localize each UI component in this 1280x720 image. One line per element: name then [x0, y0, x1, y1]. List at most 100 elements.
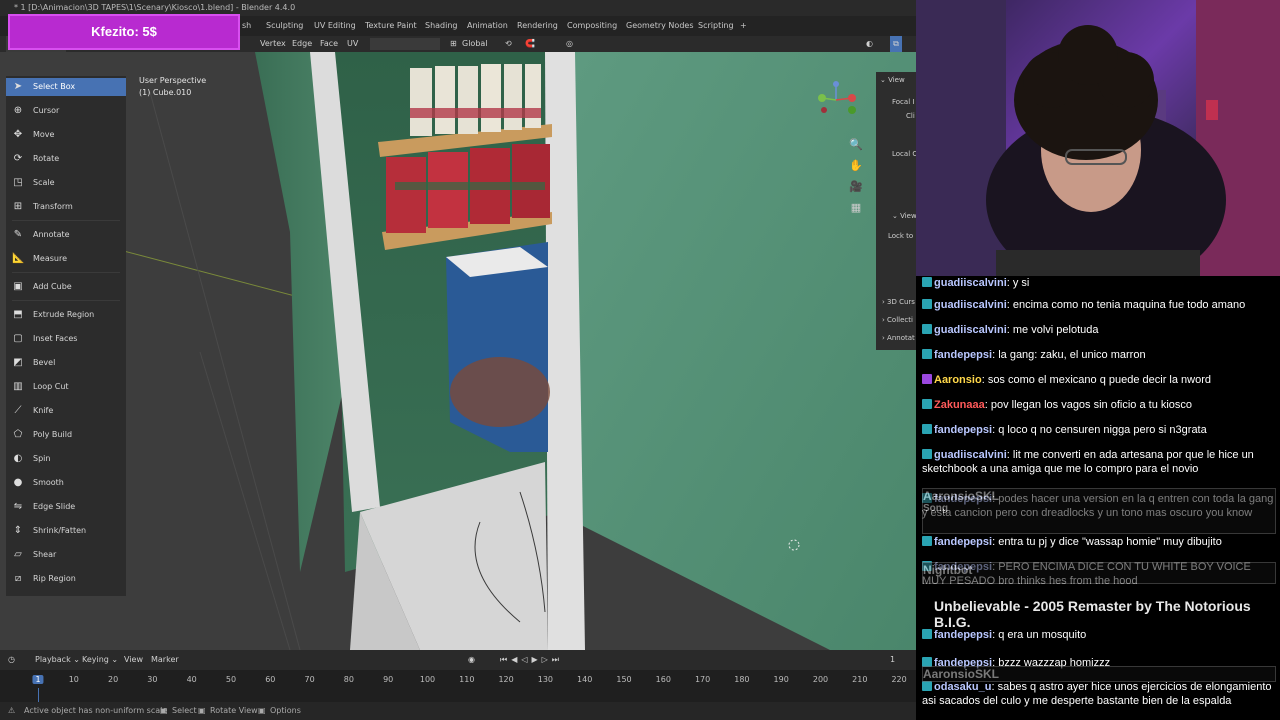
tool-inset-faces[interactable]: ▢ Inset Faces	[6, 330, 126, 348]
3d-cursor-panel[interactable]: › 3D Curs	[882, 298, 915, 306]
chat-message: Zakunaaa: pov llegan los vagos sin ofici…	[922, 398, 1278, 412]
menu-face[interactable]: Face	[320, 36, 338, 52]
tab-modeling[interactable]: sh	[242, 19, 251, 33]
tool-spin[interactable]: ◐ Spin	[6, 450, 126, 468]
frame-number: 40	[186, 675, 197, 684]
frame-number: 180	[734, 675, 750, 684]
subscriber-badge-icon	[922, 399, 932, 409]
zoom-icon[interactable]: 🔍	[848, 134, 864, 155]
tool-label: Edge Slide	[33, 502, 76, 511]
tool-bevel[interactable]: ◩ Bevel	[6, 354, 126, 372]
pan-hand-icon[interactable]: ✋	[848, 155, 864, 176]
tool-shear[interactable]: ▱ Shear	[6, 546, 126, 564]
playhead[interactable]	[38, 688, 39, 702]
tool-separator	[12, 300, 120, 301]
chat-username[interactable]: fandepepsi	[934, 349, 992, 361]
tool-edge-slide[interactable]: ⇋ Edge Slide	[6, 498, 126, 516]
frame-number: 150	[616, 675, 632, 684]
subscriber-badge-icon	[922, 536, 932, 546]
chat-username[interactable]: odasaku_u	[934, 681, 991, 693]
chat-username[interactable]: Zakunaaa	[934, 399, 985, 411]
tab-compositing[interactable]: Compositing	[567, 19, 617, 33]
tool-rip-region[interactable]: ⧄ Rip Region	[6, 570, 126, 588]
3d-viewport[interactable]	[0, 52, 916, 650]
chat-username[interactable]: fandepepsi	[934, 536, 992, 548]
smooth-icon: ●	[13, 477, 23, 488]
tool-select-box[interactable]: ➤ Select Box	[6, 78, 126, 96]
tab-animation[interactable]: Animation	[467, 19, 508, 33]
camera-view-icon[interactable]: 🎥	[848, 176, 864, 197]
tool-extrude-region[interactable]: ⬒ Extrude Region	[6, 306, 126, 324]
menu-vertex[interactable]: Vertex	[260, 36, 286, 52]
tool-cursor[interactable]: ⊕ Cursor	[6, 102, 126, 120]
menu-keying[interactable]: Keying ⌄	[82, 652, 118, 668]
transform-icon: ⊞	[13, 201, 23, 212]
view-subpanel-header[interactable]: ⌄ View	[892, 212, 917, 220]
add-workspace-button[interactable]: +	[740, 19, 747, 33]
tool-move[interactable]: ✥ Move	[6, 126, 126, 144]
menu-uv[interactable]: UV	[347, 36, 358, 52]
editor-type-icon[interactable]: ◷	[8, 652, 15, 668]
subscriber-badge-icon	[922, 299, 932, 309]
tool-label: Inset Faces	[33, 334, 78, 343]
tab-texture-paint[interactable]: Texture Paint	[365, 19, 417, 33]
tab-geometry-nodes[interactable]: Geometry Nodes	[626, 19, 693, 33]
menu-playback[interactable]: Playback ⌄	[35, 652, 80, 668]
tool-measure[interactable]: 📐 Measure	[6, 250, 126, 268]
frame-number: 190	[773, 675, 789, 684]
focal-length-label: Focal I	[892, 98, 915, 106]
poly-build-icon: ⬠	[13, 429, 23, 440]
tab-uv-editing[interactable]: UV Editing	[314, 19, 356, 33]
current-frame-field[interactable]: 1	[890, 652, 895, 668]
orientation-dropdown[interactable]: Global	[462, 36, 488, 52]
overlay-icon[interactable]: ◐	[866, 36, 873, 52]
menu-view[interactable]: View	[124, 652, 143, 668]
pivot-icon[interactable]: ⟲	[505, 36, 512, 52]
measure-icon: 📐	[12, 253, 25, 264]
tool-scale[interactable]: ◳ Scale	[6, 174, 126, 192]
proportional-edit-icon[interactable]: ◎	[566, 36, 573, 52]
timeline-ruler[interactable]: 1 10 20 30 40 50 60 70 80 90 100 110 120 130 140 150 160…	[0, 670, 916, 702]
tool-loop-cut[interactable]: ▥ Loop Cut	[6, 378, 126, 396]
mode-dropdown[interactable]	[370, 38, 440, 50]
grid-icon[interactable]: ▦	[848, 197, 864, 218]
frame-number: 20	[108, 675, 119, 684]
chat-username[interactable]: fandepepsi	[934, 424, 992, 436]
tool-transform[interactable]: ⊞ Transform	[6, 198, 126, 216]
tool-rotate[interactable]: ⟳ Rotate	[6, 150, 126, 168]
knife-icon: ⟋	[14, 405, 22, 416]
view-panel-header[interactable]: ⌄ View	[880, 76, 905, 84]
chat-message: guadiiscalvini: lit me converti en ada a…	[922, 448, 1278, 476]
annotations-panel[interactable]: › Annotat	[882, 334, 915, 342]
collection-panel[interactable]: › Collecti	[882, 316, 913, 324]
tool-label: Annotate	[33, 230, 70, 239]
tool-knife[interactable]: ⟋ Knife	[6, 402, 126, 420]
chat-username[interactable]: Aaronsio	[934, 374, 982, 386]
tool-shrink-fatten[interactable]: ⇕ Shrink/Fatten	[6, 522, 126, 540]
tool-smooth[interactable]: ● Smooth	[6, 474, 126, 492]
chat-username[interactable]: guadiiscalvini	[934, 449, 1007, 461]
chat-message: guadiiscalvini: me volvi pelotuda	[922, 323, 1278, 337]
song-alert: AaronsioSKL Song	[922, 488, 1276, 534]
chat-username[interactable]: fandepepsi	[934, 629, 992, 641]
tool-label: Rip Region	[33, 574, 76, 583]
tab-sculpting[interactable]: Sculpting	[266, 19, 303, 33]
chat-username[interactable]: guadiiscalvini	[934, 299, 1007, 311]
tool-add-cube[interactable]: ▣ Add Cube	[6, 278, 126, 296]
tab-scripting[interactable]: Scripting	[698, 19, 734, 33]
tab-shading[interactable]: Shading	[425, 19, 458, 33]
status-options: Options	[270, 706, 301, 715]
chat-username[interactable]: guadiiscalvini	[934, 277, 1007, 289]
navigation-gizmo[interactable]	[814, 78, 858, 122]
tab-rendering[interactable]: Rendering	[517, 19, 558, 33]
playback-controls[interactable]: ⏮◀◁▶▷⏭	[500, 652, 563, 668]
tool-annotate[interactable]: ✎ Annotate	[6, 226, 126, 244]
xray-icon[interactable]: ⧉	[890, 36, 902, 52]
menu-marker[interactable]: Marker	[151, 652, 179, 668]
menu-edge[interactable]: Edge	[292, 36, 312, 52]
chat-username[interactable]: guadiiscalvini	[934, 324, 1007, 336]
scene-render	[119, 52, 916, 650]
tool-poly-build[interactable]: ⬠ Poly Build	[6, 426, 126, 444]
record-icon[interactable]: ◉	[468, 652, 475, 668]
snap-icon[interactable]: 🧲	[525, 36, 535, 52]
